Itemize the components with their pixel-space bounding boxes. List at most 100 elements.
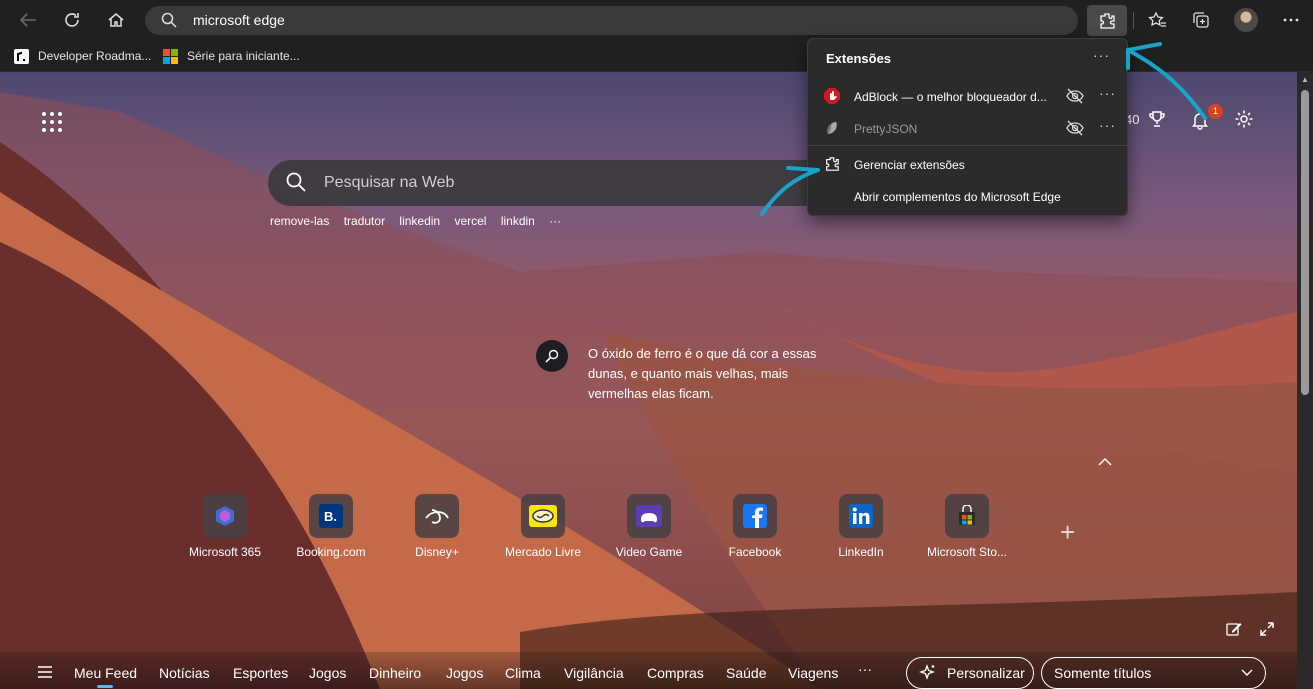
recent-search-chip[interactable]: tradutor (344, 214, 385, 228)
edit-background-icon[interactable] (1226, 621, 1242, 637)
quick-link-mercadolivre[interactable]: Mercado Livre (490, 494, 596, 559)
prettyjson-icon (827, 122, 837, 134)
quick-link-videogame[interactable]: Video Game (596, 494, 702, 559)
microsoft-logo-icon (163, 48, 178, 64)
collections-button[interactable] (1187, 6, 1215, 34)
bookmark-label: Developer Roadma... (38, 49, 152, 63)
puzzle-icon (1100, 12, 1115, 29)
recent-search-more[interactable]: ··· (549, 214, 561, 228)
extensions-popup-more-button[interactable]: ··· (1093, 47, 1110, 63)
home-button[interactable] (102, 6, 130, 34)
image-fact-text[interactable]: O óxido de ferro é o que dá cor a essas … (588, 344, 838, 404)
disney-icon (415, 494, 459, 538)
web-search-box[interactable]: Pesquisar na Web (268, 160, 828, 206)
page-settings-gear-icon[interactable] (1234, 109, 1254, 129)
extension-more-button[interactable]: ··· (1099, 117, 1116, 133)
add-quick-link-button[interactable]: + (1060, 517, 1075, 548)
recent-search-chip[interactable]: linkedin (399, 214, 440, 228)
refresh-icon (65, 13, 79, 27)
extensions-popup-title: Extensões (826, 51, 892, 66)
home-icon (108, 13, 124, 27)
back-button[interactable] (14, 6, 42, 34)
quick-link-label: Disney+ (415, 545, 459, 559)
magnifier-icon (545, 349, 559, 363)
extensions-button[interactable] (1087, 5, 1127, 36)
refresh-button[interactable] (58, 6, 86, 34)
bookmark-label: Série para iniciante... (187, 49, 300, 63)
feed-tab-jogos-2[interactable]: Jogos (446, 665, 483, 681)
open-edge-addons-label: Abrir complementos do Microsoft Edge (854, 190, 1061, 204)
extension-item-prettyjson[interactable]: PrettyJSON ··· (808, 113, 1128, 143)
microsoft365-icon (203, 494, 247, 538)
quick-link-microsoft-store[interactable]: Microsoft Sto... (914, 494, 1020, 559)
videogame-icon (627, 494, 671, 538)
quick-link-label: Mercado Livre (504, 545, 582, 559)
toolbar-separator (1133, 12, 1134, 29)
collapse-chevron-up-icon[interactable] (1098, 454, 1112, 469)
collections-icon (1193, 12, 1209, 28)
svg-text:B.: B. (324, 509, 337, 524)
hamburger-menu-icon[interactable] (38, 666, 52, 678)
feed-tab-noticias[interactable]: Notícias (159, 665, 210, 681)
favorites-star-icon (1148, 11, 1166, 27)
feed-tab-clima[interactable]: Clima (505, 665, 541, 681)
search-icon (286, 172, 306, 197)
scroll-up-arrow-icon[interactable]: ▲ (1300, 76, 1310, 84)
open-edge-addons-item[interactable]: Abrir complementos do Microsoft Edge (808, 181, 1128, 211)
facebook-icon (733, 494, 777, 538)
personalize-label: Personalizar (947, 665, 1025, 681)
hide-from-toolbar-icon[interactable] (1066, 120, 1084, 136)
feed-tab-compras[interactable]: Compras (647, 665, 704, 681)
quick-link-disney[interactable]: Disney+ (384, 494, 490, 559)
manage-extensions-item[interactable]: Gerenciar extensões (808, 149, 1128, 179)
quick-link-label: Booking.com (296, 545, 366, 559)
recent-search-chip[interactable]: remove-las (270, 214, 329, 228)
quick-link-label: Video Game (615, 545, 683, 559)
feed-tab-esportes[interactable]: Esportes (233, 665, 288, 681)
quick-link-microsoft365[interactable]: Microsoft 365 (172, 494, 278, 559)
extension-more-button[interactable]: ··· (1099, 85, 1116, 101)
bookmark-developer-roadmap[interactable]: Developer Roadma... (14, 47, 151, 65)
linkedin-icon (839, 494, 883, 538)
extension-label: AdBlock — o melhor bloqueador d... (854, 90, 1047, 104)
feed-tab-vigilancia[interactable]: Vigilância (564, 665, 624, 681)
back-arrow-icon (19, 13, 36, 27)
notification-badge: 1 (1208, 104, 1223, 119)
address-bar[interactable]: microsoft edge (145, 6, 1078, 35)
apps-launcher-grid[interactable] (42, 112, 62, 132)
settings-more-button[interactable] (1277, 6, 1305, 34)
profile-avatar[interactable] (1234, 8, 1258, 32)
search-icon (161, 12, 177, 33)
notifications-bell-icon[interactable] (1190, 110, 1210, 130)
microsoft-store-icon (945, 494, 989, 538)
feed-tab-saude[interactable]: Saúde (726, 665, 766, 681)
feed-tab-viagens[interactable]: Viagens (788, 665, 838, 681)
quick-link-facebook[interactable]: Facebook (702, 494, 808, 559)
scrollbar-thumb[interactable] (1301, 90, 1309, 395)
feed-tab-dinheiro[interactable]: Dinheiro (369, 665, 421, 681)
fullscreen-expand-icon[interactable] (1259, 621, 1275, 637)
rewards-trophy-icon[interactable] (1148, 110, 1166, 128)
feed-layout-value: Somente títulos (1054, 665, 1152, 681)
quick-link-label: Facebook (728, 545, 782, 559)
address-text[interactable]: microsoft edge (193, 12, 285, 28)
feed-tab-meu-feed[interactable]: Meu Feed (74, 665, 137, 681)
feed-layout-select[interactable]: Somente títulos (1041, 657, 1266, 689)
roadmap-favicon-icon (14, 48, 29, 64)
recent-search-chip[interactable]: vercel (454, 214, 486, 228)
quick-link-linkedin[interactable]: LinkedIn (808, 494, 914, 559)
page-scrollbar[interactable]: ▲ (1297, 72, 1313, 689)
extension-item-adblock[interactable]: AdBlock — o melhor bloqueador d... ··· (808, 81, 1128, 111)
bookmark-serie-iniciante[interactable]: Série para iniciante... (163, 47, 300, 65)
image-info-button[interactable] (536, 340, 568, 372)
more-dots-icon (1283, 18, 1299, 22)
recent-search-chip[interactable]: linkdin (501, 214, 535, 228)
quick-link-booking[interactable]: B. Booking.com (278, 494, 384, 559)
favorites-button[interactable] (1143, 6, 1171, 34)
feed-tab-jogos[interactable]: Jogos (309, 665, 346, 681)
feed-navigation: Meu Feed Notícias Esportes Jogos Dinheir… (0, 652, 1297, 689)
hide-from-toolbar-icon[interactable] (1066, 88, 1084, 104)
feed-more-button[interactable]: ··· (858, 661, 872, 677)
browser-toolbar: microsoft edge (0, 0, 1313, 40)
personalize-button[interactable]: Personalizar (906, 657, 1034, 689)
